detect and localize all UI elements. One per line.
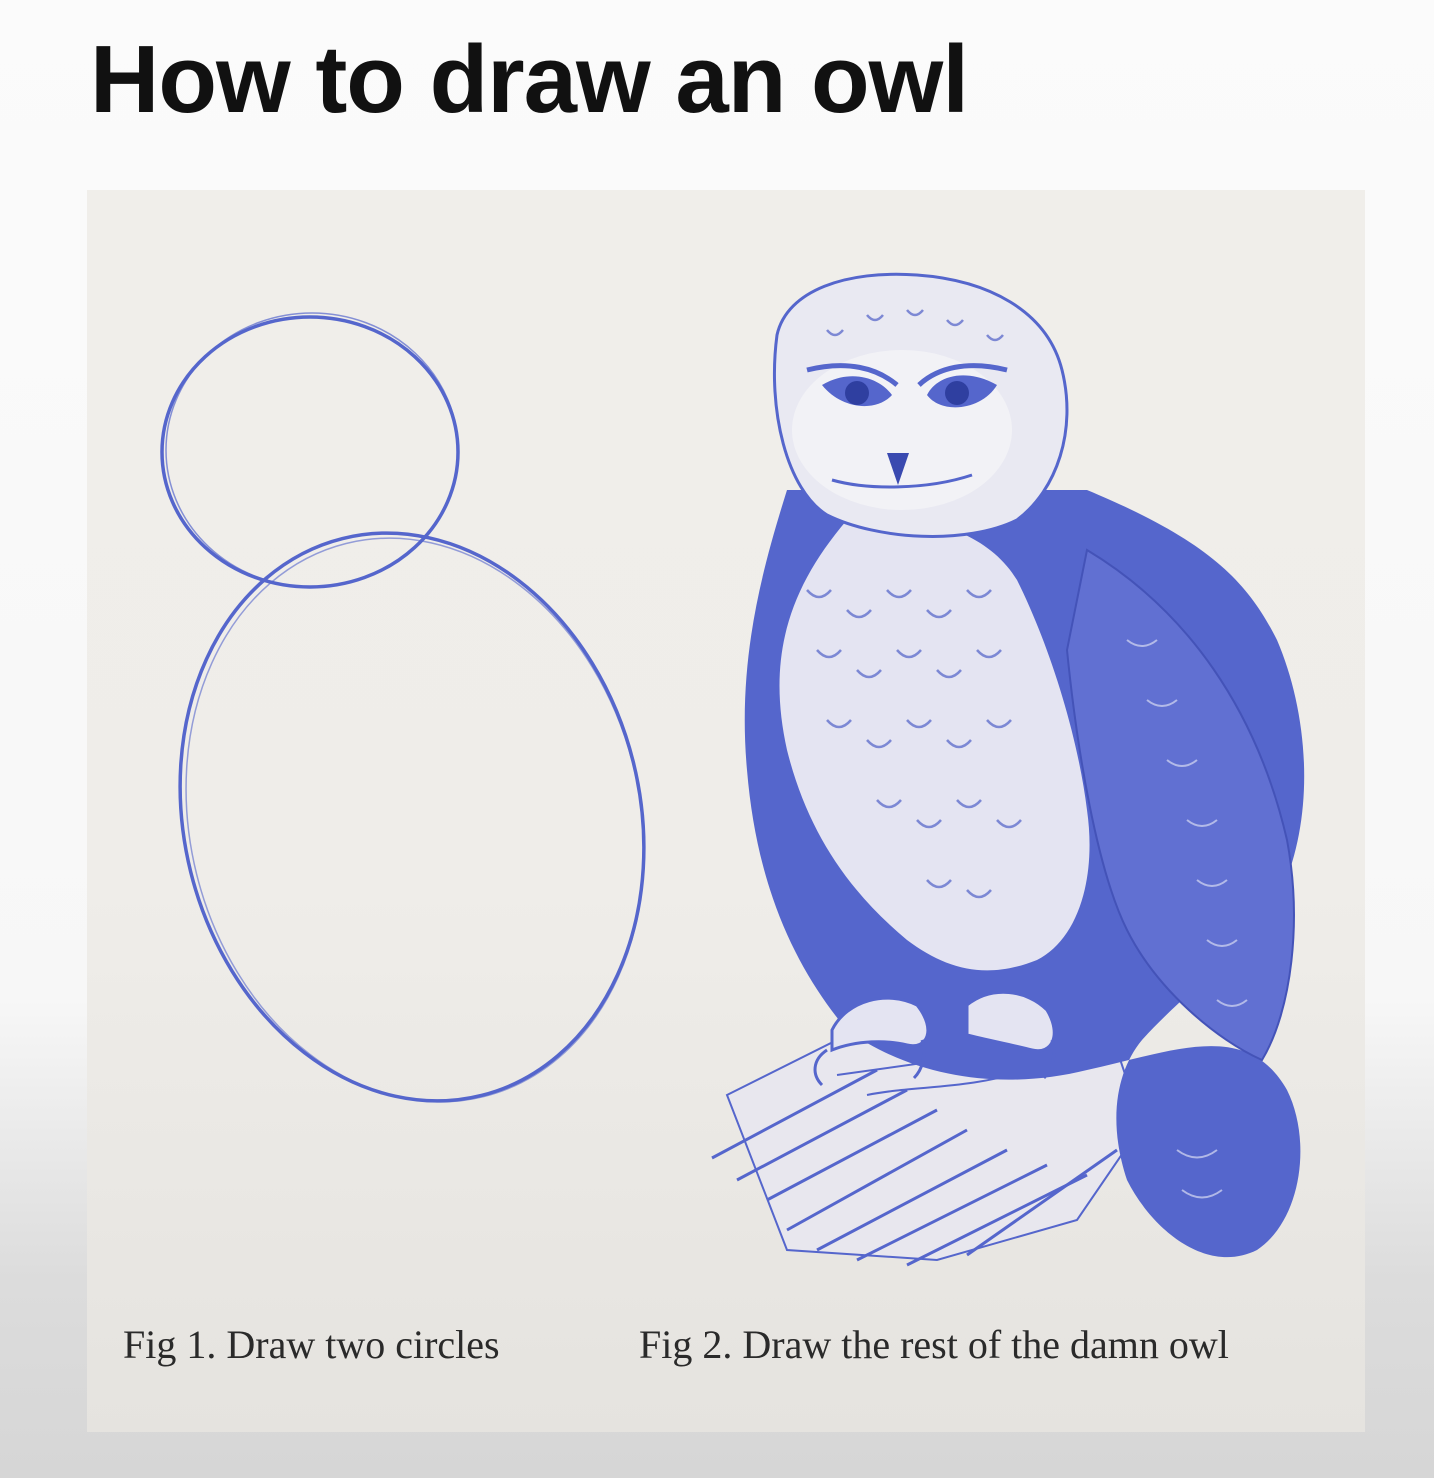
figure-illustration <box>160 272 1305 1267</box>
owl-drawing-panel: Fig 1. Draw two circles Fig 2. Draw the … <box>87 190 1365 1432</box>
owl-illustration <box>711 272 1305 1267</box>
fig1-circles <box>160 312 646 1103</box>
head-circle <box>160 315 460 589</box>
page-title: How to draw an owl <box>90 26 969 133</box>
fig2-caption: Fig 2. Draw the rest of the damn owl <box>639 1322 1229 1367</box>
body-oval <box>178 531 646 1103</box>
fig1-caption: Fig 1. Draw two circles <box>123 1322 500 1367</box>
